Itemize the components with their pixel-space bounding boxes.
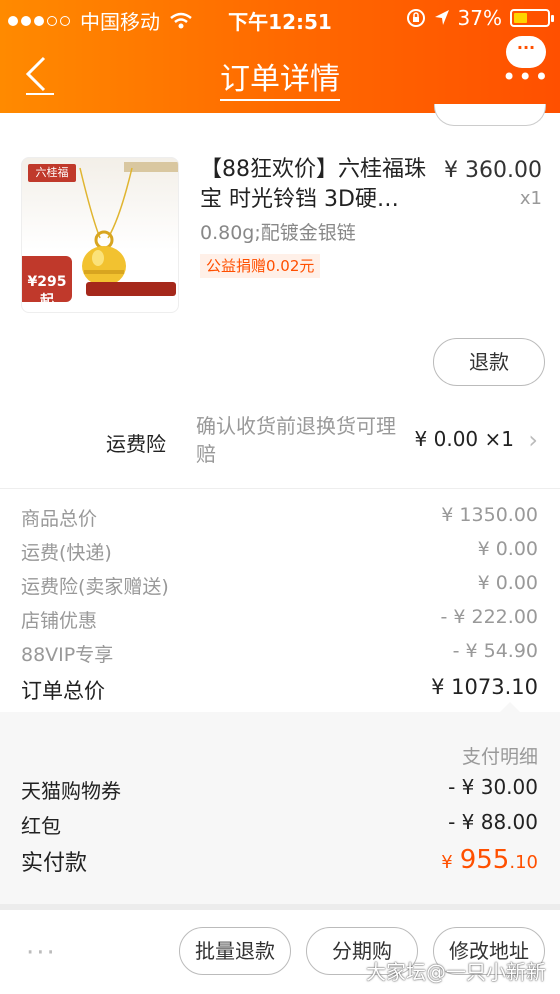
payment-label: 红包 (21, 814, 61, 838)
summary-label: 88VIP专享 (21, 644, 114, 666)
summary-row: 店铺优惠 - ¥ 222.00 (21, 606, 538, 636)
order-total-label: 订单总价 (21, 679, 105, 703)
rotation-lock-icon (406, 9, 425, 27)
charity-badge: 公益捐赠0.02元 (200, 254, 321, 278)
previous-action-button[interactable] (434, 104, 546, 126)
app-header: 中国移动 下午12:51 37% 订单详情 ··· ••• (0, 0, 560, 113)
summary-row: 88VIP专享 - ¥ 54.90 (21, 640, 538, 670)
summary-label: 运费险(卖家赠送) (21, 576, 169, 598)
order-total-row: 订单总价 ¥ 1073.10 (21, 675, 538, 705)
summary-value: ¥ 0.00 (477, 538, 538, 560)
product-quantity: x1 (519, 188, 542, 209)
status-right: 37% (406, 6, 554, 30)
summary-row: 商品总价 ¥ 1350.00 (21, 504, 538, 534)
bottom-separator (0, 904, 560, 910)
payment-value: - ¥ 88.00 (448, 810, 538, 834)
image-promo-text (88, 298, 178, 310)
image-promo-band (86, 282, 176, 296)
summary-label: 运费(快递) (21, 542, 112, 564)
product-image[interactable]: 六桂福 ¥295起 (21, 157, 179, 313)
actual-payment-value: ¥ 955.10 (441, 845, 538, 875)
product-sku: 0.80g;配镀金银链 (200, 222, 356, 244)
more-menu-button[interactable]: ··· ••• (502, 36, 548, 94)
payment-detail-header: 支付明细 (461, 746, 538, 768)
payment-label: 天猫购物券 (21, 779, 121, 803)
order-total-value: ¥ 1073.10 (431, 675, 538, 699)
battery-label: 37% (457, 6, 502, 30)
page-title: 订单详情 (0, 54, 560, 101)
battery-icon (510, 9, 554, 27)
image-price-tag: ¥295起 (22, 256, 72, 309)
more-dots-icon: ••• (502, 63, 551, 91)
location-icon (434, 10, 449, 25)
summary-label: 商品总价 (21, 508, 98, 530)
actual-int: 955 (459, 845, 510, 875)
actual-dec: .10 (509, 852, 538, 873)
pay-box-pointer (500, 702, 520, 712)
actual-payment-label: 实付款 (21, 851, 88, 876)
summary-value: ¥ 0.00 (477, 572, 538, 594)
summary-value: - ¥ 54.90 (452, 640, 538, 662)
payment-row: 天猫购物券 - ¥ 30.00 (21, 775, 538, 805)
product-title[interactable]: 【88狂欢价】六桂福珠宝 时光铃铛 3D硬… (200, 155, 432, 215)
batch-refund-button[interactable]: 批量退款 (179, 927, 291, 975)
status-bar: 中国移动 下午12:51 37% (0, 0, 560, 36)
summary-value: ¥ 1350.00 (441, 504, 538, 526)
more-actions-icon[interactable]: ··· (26, 938, 57, 968)
watermark: 大家坛@一只小新新 (366, 960, 546, 984)
insurance-label: 运费险 (106, 432, 166, 456)
actual-currency: ¥ (441, 852, 453, 873)
refund-button[interactable]: 退款 (433, 338, 545, 386)
chevron-right-icon[interactable]: › (528, 426, 538, 454)
summary-label: 店铺优惠 (21, 610, 98, 632)
summary-value: - ¥ 222.00 (440, 606, 538, 628)
nav-bar: 订单详情 ··· ••• (0, 36, 560, 113)
payment-value: - ¥ 30.00 (448, 775, 538, 799)
divider (0, 488, 560, 489)
actual-payment-row: 实付款 ¥ 955.10 (21, 845, 538, 876)
product-price: ¥ 360.00 (444, 158, 542, 183)
payment-row: 红包 - ¥ 88.00 (21, 810, 538, 840)
insurance-description: 确认收货前退换货可理赔 (196, 414, 396, 466)
insurance-value[interactable]: ¥ 0.00 ×1 (415, 427, 514, 451)
summary-row: 运费(快递) ¥ 0.00 (21, 538, 538, 568)
summary-row: 运费险(卖家赠送) ¥ 0.00 (21, 572, 538, 602)
